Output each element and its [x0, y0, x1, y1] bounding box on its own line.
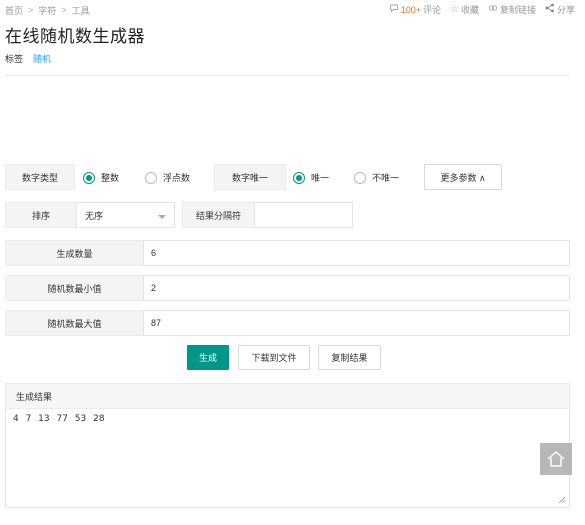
breadcrumb-category[interactable]: 字符 — [38, 4, 56, 17]
radio-dot — [354, 171, 366, 184]
radio-unique-label: 唯一 — [311, 173, 330, 183]
result-header: 生成结果 — [5, 383, 570, 409]
unique-label: 数字唯一 — [214, 164, 286, 190]
more-params-button[interactable]: 更多参数 ∧ — [424, 164, 502, 190]
copy-link-button[interactable]: 复制链接 — [488, 3, 536, 16]
result-textarea[interactable]: 4 7 13 77 53 28 — [5, 408, 570, 508]
favorite-button[interactable]: ☆ 收藏 — [450, 3, 479, 16]
share-button[interactable]: 分享 — [545, 3, 575, 16]
count-input[interactable]: 6 — [143, 240, 570, 266]
share-icon — [545, 3, 555, 16]
number-type-label: 数字类型 — [5, 164, 75, 190]
breadcrumb: 首页 > 字符 > 工具 — [5, 4, 90, 16]
breadcrumb-separator: > — [28, 5, 34, 15]
copy-result-button[interactable]: 复制结果 — [318, 345, 381, 370]
count-label: 生成数量 — [5, 240, 144, 266]
radio-float-label: 浮点数 — [163, 173, 191, 183]
max-input[interactable]: 87 — [143, 310, 570, 336]
radio-dot — [83, 171, 95, 184]
radio-unique[interactable]: 唯一 — [293, 171, 329, 184]
comment-button[interactable]: 100+ 评论 — [389, 3, 441, 16]
home-outline-icon — [547, 451, 565, 467]
radio-float[interactable]: 浮点数 — [145, 171, 190, 184]
radio-dot — [145, 171, 157, 184]
comment-count: 100+ — [400, 4, 421, 15]
divider — [5, 75, 570, 76]
tags-label: 标签 — [5, 54, 24, 64]
radio-not-unique[interactable]: 不唯一 — [354, 171, 399, 184]
separator-label: 结果分隔符 — [182, 202, 255, 228]
link-icon — [488, 3, 498, 16]
copy-link-label: 复制链接 — [499, 5, 536, 15]
tag-link[interactable]: 随机 — [33, 52, 51, 65]
comment-label: 评论 — [422, 5, 441, 15]
page-title: 在线随机数生成器 — [5, 27, 145, 46]
generate-button[interactable]: 生成 — [187, 345, 229, 370]
tag-row: 标签 随机 — [5, 52, 51, 65]
breadcrumb-current[interactable]: 工具 — [72, 4, 90, 17]
radio-integer[interactable]: 整数 — [83, 171, 119, 184]
min-input[interactable]: 2 — [143, 275, 570, 301]
favorite-label: 收藏 — [460, 5, 479, 15]
radio-not-unique-label: 不唯一 — [372, 173, 400, 183]
min-label: 随机数最小值 — [5, 275, 144, 301]
sort-value: 无序 — [85, 210, 104, 221]
chevron-down-icon — [158, 215, 166, 219]
separator-input[interactable] — [254, 202, 353, 228]
breadcrumb-home[interactable]: 首页 — [5, 4, 23, 17]
download-button[interactable]: 下载到文件 — [238, 345, 310, 370]
share-label: 分享 — [556, 5, 575, 15]
result-text: 4 7 13 77 53 28 — [13, 414, 105, 424]
star-icon: ☆ — [449, 4, 459, 15]
resize-grip-icon[interactable] — [558, 496, 566, 504]
back-to-top-button[interactable] — [540, 443, 572, 475]
radio-dot — [293, 171, 305, 184]
breadcrumb-separator: > — [61, 5, 67, 15]
radio-integer-label: 整数 — [101, 173, 120, 183]
max-label: 随机数最大值 — [5, 310, 144, 336]
sort-label: 排序 — [5, 202, 77, 228]
comment-icon — [389, 3, 399, 16]
page-actions: 100+ 评论 ☆ 收藏 复制链接 分享 — [380, 3, 575, 16]
sort-select[interactable]: 无序 — [76, 202, 175, 228]
